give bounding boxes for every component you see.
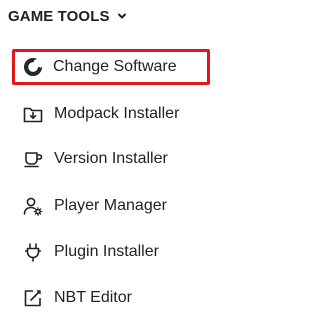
menu-item-nbt-editor[interactable]: NBT Editor — [16, 283, 132, 313]
menu-item-change-software[interactable]: Change Software — [12, 49, 210, 85]
edit-icon — [21, 286, 45, 310]
section-title: GAME TOOLS — [8, 7, 110, 25]
menu-item-label: Player Manager — [54, 197, 167, 214]
mug-icon — [21, 147, 45, 171]
menu-item-modpack-installer[interactable]: Modpack Installer — [16, 99, 179, 129]
menu-item-label: Change Software — [53, 58, 177, 75]
menu-item-player-manager[interactable]: Player Manager — [16, 191, 167, 221]
plug-icon — [21, 240, 45, 264]
game-tools-section-header[interactable]: GAME TOOLS — [8, 7, 128, 25]
folder-download-icon — [21, 102, 45, 126]
menu-item-label: Modpack Installer — [54, 105, 180, 122]
menu-item-version-installer[interactable]: Version Installer — [16, 144, 168, 174]
menu-item-label: NBT Editor — [54, 289, 132, 306]
menu-item-plugin-installer[interactable]: Plugin Installer — [16, 237, 159, 267]
user-gear-icon — [21, 194, 45, 218]
change-software-icon — [21, 55, 45, 79]
chevron-down-icon — [116, 10, 128, 22]
menu-item-label: Plugin Installer — [54, 243, 159, 260]
menu-item-label: Version Installer — [54, 150, 168, 167]
